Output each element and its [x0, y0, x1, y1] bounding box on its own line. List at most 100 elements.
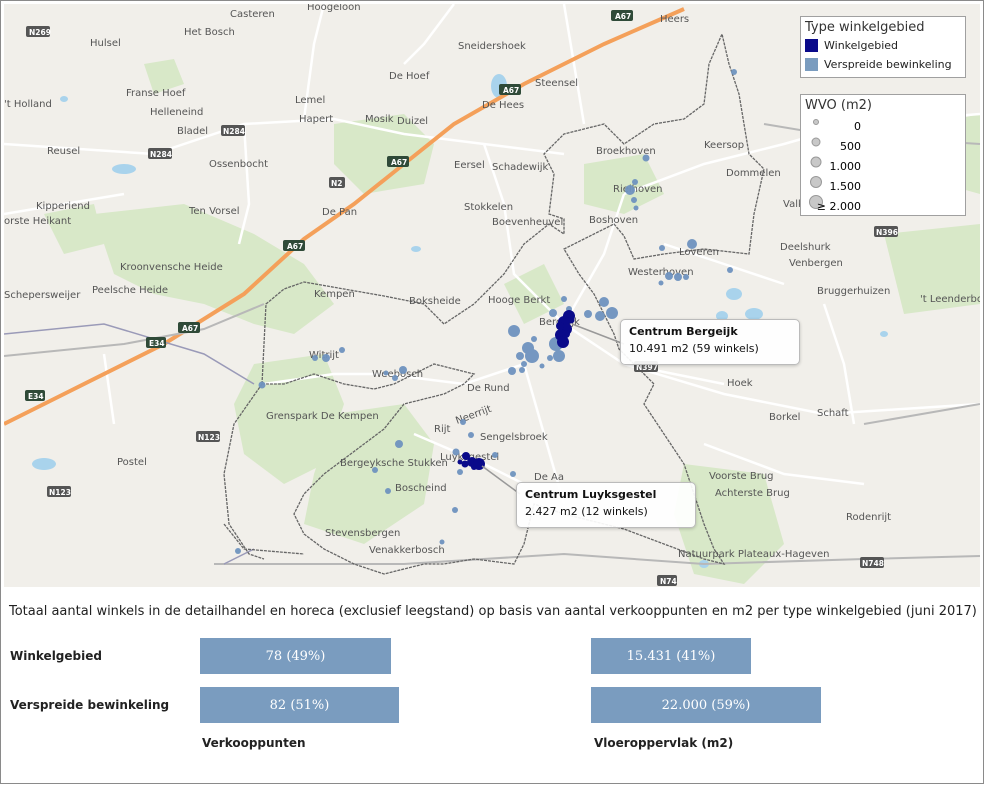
legend-swatch-verspreide: [805, 57, 818, 71]
place-label: Ossenbocht: [209, 159, 268, 170]
place-label: Postel: [117, 457, 147, 468]
place-label: Boevenheuvel: [492, 217, 563, 228]
place-label: Boksheide: [409, 296, 461, 307]
place-label: Keersop: [704, 140, 744, 151]
place-label: Hulsel: [90, 38, 121, 49]
place-label: Casteren: [230, 9, 275, 20]
place-label: Grenspark De Kempen: [266, 411, 379, 422]
place-label: Schadewijk: [492, 162, 549, 173]
place-label: Boshoven: [589, 215, 638, 226]
legend-item-winkelgebied: Winkelgebied: [805, 35, 961, 55]
place-label: Franse Hoef: [126, 88, 186, 99]
place-label: De Rund: [467, 383, 510, 394]
place-label: De Pan: [322, 207, 357, 218]
callout-centrum-bergeijk: Centrum Bergeijk 10.491 m2 (59 winkels): [620, 319, 800, 365]
bar-verkooppunten-verspreide: 82 (51%): [200, 687, 399, 723]
place-label: Rodenrijt: [846, 512, 891, 523]
place-label: Bladel: [177, 126, 208, 137]
place-label: Stevensbergen: [325, 528, 400, 539]
place-label: Helleneind: [150, 107, 203, 118]
svg-text:A67: A67: [615, 12, 631, 21]
place-label: Sengelsbroek: [480, 432, 548, 443]
place-label: 't Leenderbos: [920, 294, 980, 305]
place-label: Hoek: [727, 378, 753, 389]
place-label: Voorste Brug: [709, 471, 774, 482]
map-canvas[interactable]: N269 A67 A67 N284 N284 A67 N2 A67 N396 A…: [4, 4, 980, 587]
place-label: Schaft: [817, 408, 849, 419]
svg-text:E34: E34: [28, 392, 44, 401]
column-label-vloeroppervlak: Vloeroppervlak (m2): [594, 736, 734, 750]
place-label: Reusel: [47, 146, 80, 157]
svg-text:N284: N284: [223, 127, 245, 136]
legend-swatch-winkelgebied: [805, 38, 818, 52]
place-label: Kroonvensche Heide: [120, 262, 223, 273]
place-label: Lemel: [295, 95, 325, 106]
place-label: Mosik: [365, 114, 394, 125]
legend-wvo-title: WVO (m2): [805, 98, 872, 113]
place-label: Venakkerbosch: [369, 545, 445, 556]
place-label: Venbergen: [789, 258, 843, 269]
place-label: Bruggerhuizen: [817, 286, 890, 297]
bar-vloeroppervlak-winkelgebied: 15.431 (41%): [591, 638, 751, 674]
bar-verkooppunten-winkelgebied: 78 (49%): [200, 638, 391, 674]
place-label: Dommelen: [726, 168, 781, 179]
bar-vloeroppervlak-verspreide: 22.000 (59%): [591, 687, 821, 723]
summary-title: Totaal aantal winkels in de detailhandel…: [9, 604, 977, 619]
svg-text:A67: A67: [182, 324, 198, 333]
place-label: Ten Vorsel: [188, 206, 240, 217]
place-label: orste Heikant: [4, 216, 71, 227]
place-label: Duizel: [397, 116, 428, 127]
legend-wvo-label: 1.500: [829, 180, 862, 193]
callout-name: Centrum Bergeijk: [629, 325, 738, 338]
legend-item-verspreide: Verspreide bewinkeling: [805, 55, 961, 73]
legend-item-label: Verspreide bewinkeling: [824, 57, 952, 71]
place-label: Peelsche Heide: [92, 285, 168, 296]
svg-text:A67: A67: [287, 242, 303, 251]
svg-text:N269: N269: [29, 28, 51, 37]
column-label-verkooppunten: Verkooppunten: [202, 736, 306, 750]
row-label-winkelgebied: Winkelgebied: [10, 649, 102, 663]
place-label: Sneidershoek: [458, 41, 526, 52]
svg-text:A67: A67: [391, 158, 407, 167]
place-label: Hoogeloon: [307, 4, 361, 13]
callout-name: Centrum Luyksgestel: [525, 488, 657, 501]
svg-text:N123: N123: [49, 488, 71, 497]
place-label: Steensel: [535, 78, 578, 89]
svg-text:E34: E34: [149, 339, 165, 348]
place-label: Eersel: [454, 160, 485, 171]
place-label: Kipperiend: [36, 201, 90, 212]
legend-wvo-label: 0: [854, 120, 861, 133]
map-panel[interactable]: N269 A67 A67 N284 N284 A67 N2 A67 N396 A…: [4, 4, 980, 587]
place-label: Stokkelen: [464, 202, 513, 213]
place-label: Het Bosch: [184, 27, 235, 38]
place-label: Kempen: [314, 289, 355, 300]
place-label: Achterste Brug: [715, 488, 790, 499]
svg-text:N123: N123: [198, 433, 220, 442]
svg-text:N396: N396: [876, 228, 898, 237]
legend-wvo-labels: 0 500 1.000 1.500 ≥ 2.000: [801, 117, 959, 217]
svg-text:N2: N2: [331, 179, 343, 188]
place-label: Boscheind: [395, 483, 447, 494]
svg-text:N748: N748: [862, 559, 884, 568]
legend-type-winkelgebied: Type winkelgebied Winkelgebied Verspreid…: [800, 16, 966, 78]
callout-detail: 2.427 m2 (12 winkels): [525, 505, 648, 518]
legend-wvo-label: 1.000: [829, 160, 862, 173]
place-label: Borkel: [769, 412, 800, 423]
legend-wvo-label: 500: [840, 140, 861, 153]
callout-centrum-luyksgestel: Centrum Luyksgestel 2.427 m2 (12 winkels…: [516, 482, 696, 528]
legend-wvo: WVO (m2) 0 500 1.000 1.500 ≥ 2.000: [800, 94, 966, 216]
svg-text:N74: N74: [660, 577, 677, 586]
place-label: Rielhoven: [613, 184, 663, 195]
place-label: Hapert: [299, 114, 333, 125]
legend-item-label: Winkelgebied: [824, 38, 899, 52]
figure-frame: N269 A67 A67 N284 N284 A67 N2 A67 N396 A…: [0, 0, 984, 784]
place-label: Deelshurk: [780, 242, 831, 253]
legend-type-title: Type winkelgebied: [805, 20, 925, 35]
place-label: Heers: [660, 14, 689, 25]
place-label: Bergeyksche Stukken: [340, 458, 448, 469]
place-label: 't Holland: [4, 99, 52, 110]
place-label: Schepersweijer: [4, 290, 81, 301]
place-label: Natuurpark Plateaux-Hageven: [678, 549, 829, 560]
row-label-verspreide: Verspreide bewinkeling: [10, 698, 170, 712]
legend-wvo-label: ≥ 2.000: [816, 200, 861, 213]
